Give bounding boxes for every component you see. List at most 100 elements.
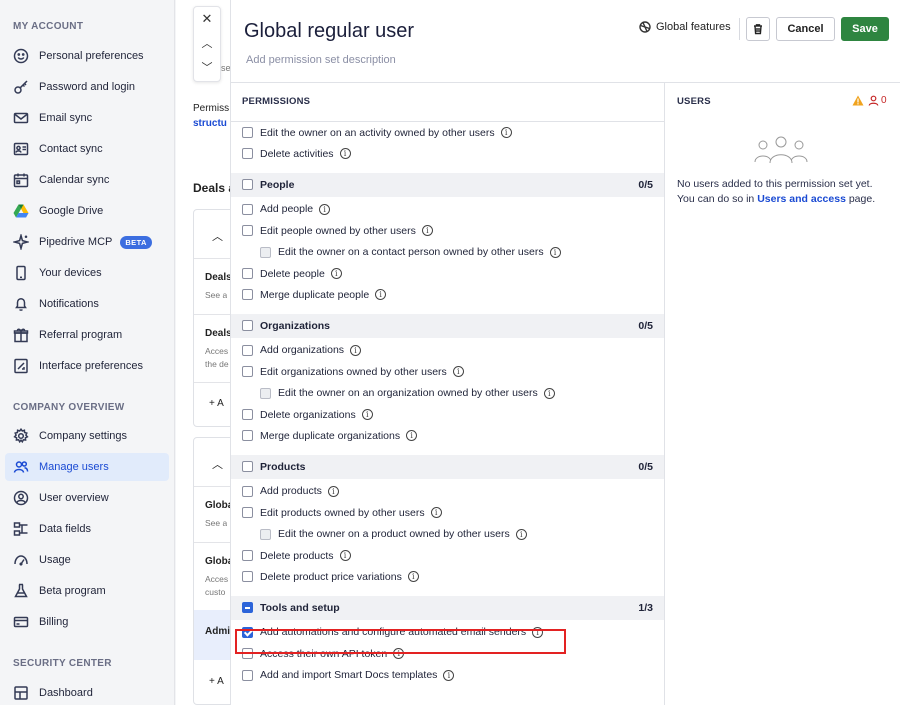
chevron-down-icon[interactable]: ﹀ xyxy=(194,55,220,79)
permission-checkbox[interactable] xyxy=(242,225,253,237)
gauge-icon xyxy=(12,551,30,569)
info-icon[interactable]: i xyxy=(549,246,561,258)
info-icon[interactable]: i xyxy=(361,409,373,420)
empty-state-text-end: page. xyxy=(848,193,876,205)
permission-row: Delete products i xyxy=(231,545,664,566)
permission-checkbox[interactable] xyxy=(242,409,253,420)
info-icon[interactable]: i xyxy=(350,344,362,356)
info-icon[interactable]: i xyxy=(532,626,544,638)
sidebar-item-calendar-sync[interactable]: Calendar sync xyxy=(5,166,169,194)
sidebar-item-google-drive[interactable]: Google Drive xyxy=(5,197,169,225)
sidebar-item-beta-program[interactable]: Beta program xyxy=(5,577,169,605)
group-checkbox[interactable] xyxy=(242,461,253,473)
bg-expand-icon[interactable]: ︿ xyxy=(212,228,223,244)
info-icon[interactable]: i xyxy=(319,203,331,215)
permission-checkbox[interactable] xyxy=(242,507,253,519)
group-checkbox[interactable] xyxy=(242,179,253,191)
delete-button[interactable] xyxy=(746,17,770,41)
permission-checkbox[interactable] xyxy=(242,430,253,442)
sidebar-item-personal-preferences[interactable]: Personal preferences xyxy=(5,42,169,70)
close-icon[interactable]: ✕ xyxy=(194,7,220,31)
bg-add-button[interactable]: + A xyxy=(209,398,224,409)
permission-checkbox[interactable] xyxy=(260,387,271,399)
bg-add-button[interactable]: + A xyxy=(209,676,224,687)
global-features-button[interactable]: Global features xyxy=(639,21,731,33)
permission-checkbox[interactable] xyxy=(242,485,253,497)
bg-row-title: Deals xyxy=(205,328,232,339)
sidebar-item-label: Dashboard xyxy=(39,687,93,699)
description-input[interactable]: Add permission set description xyxy=(246,54,396,66)
info-icon[interactable]: i xyxy=(443,669,455,681)
phone-icon xyxy=(12,264,30,282)
sidebar-item-your-devices[interactable]: Your devices xyxy=(5,259,169,287)
sidebar-item-label: Personal preferences xyxy=(39,50,144,62)
permission-checkbox[interactable] xyxy=(242,344,253,356)
permission-checkbox[interactable] xyxy=(242,366,253,378)
cancel-button[interactable]: Cancel xyxy=(776,17,835,41)
permission-label: Edit products owned by other users xyxy=(260,506,425,519)
users-illustration-icon xyxy=(754,136,808,164)
bg-structure-link[interactable]: structu xyxy=(193,118,230,129)
sidebar-item-email-sync[interactable]: Email sync xyxy=(5,104,169,132)
sidebar-item-company-settings[interactable]: Company settings xyxy=(5,422,169,450)
permission-row: Add products i xyxy=(231,481,664,502)
info-icon[interactable]: i xyxy=(430,507,442,519)
sidebar-item-password-and-login[interactable]: Password and login xyxy=(5,73,169,101)
bg-expand-icon[interactable]: ︿ xyxy=(212,456,223,472)
sidebar-item-referral-program[interactable]: Referral program xyxy=(5,321,169,349)
permission-checkbox[interactable] xyxy=(242,550,253,561)
google-drive-icon xyxy=(12,202,30,220)
info-icon[interactable]: i xyxy=(330,268,342,279)
permission-checkbox[interactable] xyxy=(242,648,253,660)
group-checkbox[interactable] xyxy=(242,602,253,614)
permission-row: Edit organizations owned by other users i xyxy=(231,361,664,382)
permission-checkbox[interactable] xyxy=(242,571,253,583)
permission-checkbox[interactable] xyxy=(242,626,253,638)
info-icon[interactable]: i xyxy=(452,366,464,378)
permission-row: Edit the owner on an organization owned … xyxy=(231,383,664,404)
info-icon[interactable]: i xyxy=(393,648,405,660)
sidebar-item-usage[interactable]: Usage xyxy=(5,546,169,574)
permission-checkbox[interactable] xyxy=(260,246,271,258)
sidebar-item-interface-preferences[interactable]: Interface preferences xyxy=(5,352,169,380)
permission-row: Delete product price variations i xyxy=(231,566,664,587)
users-and-access-link[interactable]: Users and access xyxy=(757,193,846,205)
gift-icon xyxy=(12,326,30,344)
info-icon[interactable]: i xyxy=(407,571,419,583)
info-icon[interactable]: i xyxy=(339,148,351,160)
sidebar-item-dashboard[interactable]: Dashboard xyxy=(5,679,169,705)
sidebar-item-manage-users[interactable]: Manage users xyxy=(5,453,169,481)
sidebar-item-user-overview[interactable]: User overview xyxy=(5,484,169,512)
info-icon[interactable]: i xyxy=(515,528,527,540)
info-icon[interactable]: i xyxy=(543,387,555,399)
sidebar-item-notifications[interactable]: Notifications xyxy=(5,290,169,318)
permission-set-title[interactable]: Global regular user xyxy=(244,20,414,43)
interface-icon xyxy=(12,357,30,375)
info-icon[interactable]: i xyxy=(500,127,512,138)
chevron-up-icon[interactable]: ︿ xyxy=(194,31,220,55)
info-icon[interactable]: i xyxy=(375,289,387,301)
sidebar-item-data-fields[interactable]: Data fields xyxy=(5,515,169,543)
sidebar-item-contact-sync[interactable]: Contact sync xyxy=(5,135,169,163)
gear-icon xyxy=(12,427,30,445)
permission-checkbox[interactable] xyxy=(242,148,253,160)
bg-row-sub: Acces xyxy=(205,574,229,584)
calendar-icon xyxy=(12,171,30,189)
permission-checkbox[interactable] xyxy=(242,203,253,215)
permission-checkbox[interactable] xyxy=(242,268,253,279)
bg-row-sub: Acces xyxy=(205,346,229,356)
sidebar-item-pipedrive-mcp[interactable]: Pipedrive MCP BETA xyxy=(5,228,169,256)
column-separator xyxy=(664,82,665,705)
permission-checkbox[interactable] xyxy=(242,289,253,301)
info-icon[interactable]: i xyxy=(327,485,339,497)
group-checkbox[interactable] xyxy=(242,320,253,332)
info-icon[interactable]: i xyxy=(339,550,351,561)
permission-checkbox[interactable] xyxy=(260,528,271,540)
info-icon[interactable]: i xyxy=(406,430,418,442)
info-icon[interactable]: i xyxy=(421,225,433,237)
sidebar-item-label: Contact sync xyxy=(39,143,103,155)
save-button[interactable]: Save xyxy=(841,17,889,41)
sidebar-item-billing[interactable]: Billing xyxy=(5,608,169,636)
permission-checkbox[interactable] xyxy=(242,669,253,681)
permission-checkbox[interactable] xyxy=(242,127,253,138)
